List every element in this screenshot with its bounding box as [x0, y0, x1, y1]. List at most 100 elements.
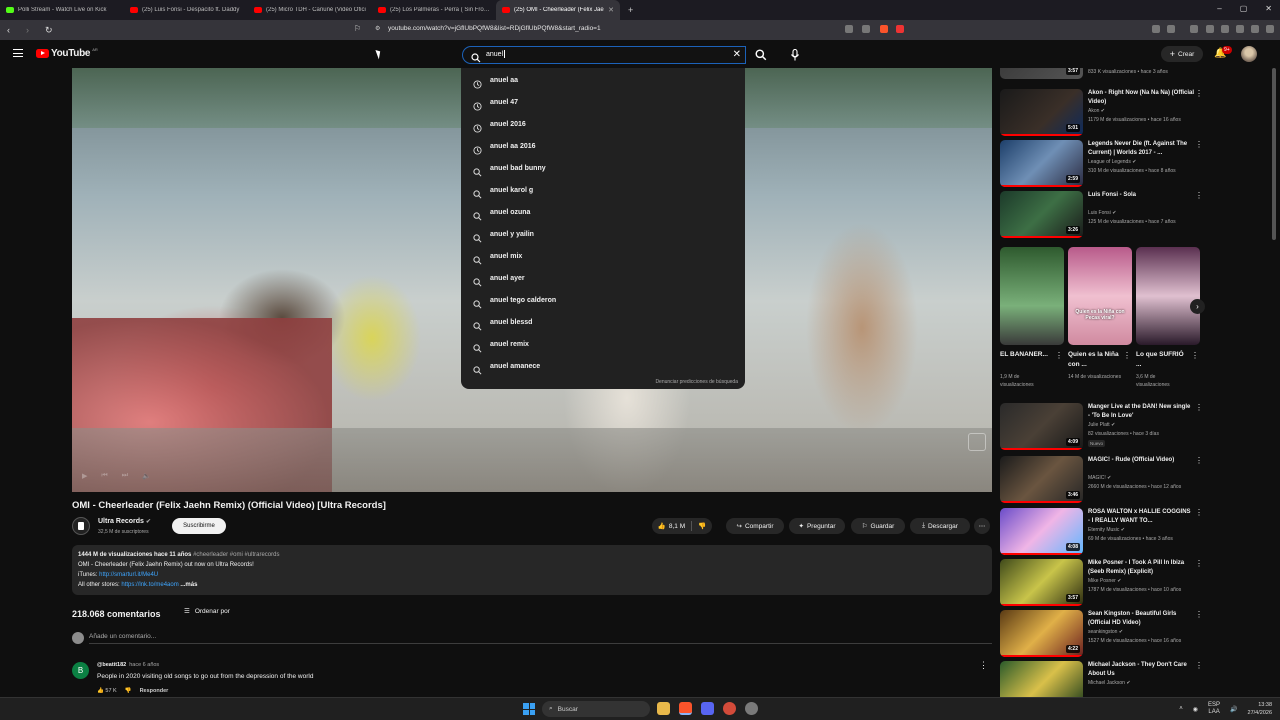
wifi-icon[interactable]: ◉: [1193, 706, 1198, 713]
site-info-icon[interactable]: ⚙: [375, 25, 380, 32]
next-icon[interactable]: ⏭: [122, 472, 128, 480]
suggestion-item[interactable]: anuel blessd: [461, 312, 745, 334]
account-avatar[interactable]: [1241, 46, 1257, 62]
more-options-icon[interactable]: ⋮: [1191, 351, 1199, 360]
browser-menu-icon[interactable]: [1266, 25, 1274, 33]
short-title[interactable]: Quien es la Niña con ...: [1068, 350, 1122, 370]
windows-start-icon[interactable]: [523, 703, 535, 715]
more-options-icon[interactable]: ⋮: [1123, 351, 1131, 360]
scrollbar[interactable]: [1272, 68, 1276, 240]
more-options-icon[interactable]: ⋮: [1195, 610, 1203, 619]
extension-icon[interactable]: [1167, 25, 1175, 33]
cast-icon[interactable]: [968, 433, 986, 451]
language-indicator[interactable]: ESP LAA: [1208, 702, 1220, 716]
download-button[interactable]: ⤓ Descargar: [910, 518, 970, 534]
suggestion-item[interactable]: anuel karol g: [461, 180, 745, 202]
dislike-button[interactable]: 👎: [698, 522, 706, 530]
volume-icon[interactable]: 🔈: [142, 472, 151, 480]
discord-icon[interactable]: [701, 702, 714, 715]
report-predictions-link[interactable]: Denunciar predicciones de búsqueda: [655, 379, 738, 385]
more-options-icon[interactable]: ⋮: [1195, 140, 1203, 149]
browser-tab-despacito[interactable]: (25) Luis Fonsi - Despacito ft. Daddy: [124, 0, 248, 20]
close-window-icon[interactable]: ✕: [1265, 4, 1272, 13]
short-thumbnail[interactable]: [1136, 247, 1200, 345]
system-clock[interactable]: 13:38 27/4/2026: [1248, 701, 1272, 717]
wallet-icon[interactable]: [1221, 25, 1229, 33]
shorts-next-arrow-icon[interactable]: ›: [1190, 299, 1205, 314]
more-options-icon[interactable]: ⋮: [1195, 508, 1203, 517]
back-icon[interactable]: ‹: [7, 25, 19, 35]
extension-icon[interactable]: [1190, 25, 1198, 33]
url-field[interactable]: youtube.com/watch?v=jGflUbPQfW8&list=RDj…: [388, 25, 601, 32]
itunes-link[interactable]: http://smarturl.it/Me4U: [99, 572, 158, 578]
more-options-icon[interactable]: ⋮: [1055, 351, 1063, 360]
suggestion-item[interactable]: anuel 47: [461, 92, 745, 114]
reply-button[interactable]: Responder: [140, 688, 169, 694]
bookmark-icon[interactable]: ⚐: [354, 24, 361, 33]
new-tab-button[interactable]: +: [620, 5, 633, 15]
brave-shields-icon[interactable]: [880, 25, 888, 33]
brave-browser-icon[interactable]: [679, 702, 692, 715]
recommended-video[interactable]: 4:08 ROSA WALTON x HALLIE COGGINS - I REA…: [1000, 508, 1210, 555]
extension-icon[interactable]: [1236, 25, 1244, 33]
minimize-icon[interactable]: –: [1217, 4, 1221, 13]
short-title[interactable]: EL BANANER...: [1000, 350, 1054, 360]
comment-like-button[interactable]: 👍 57 K: [97, 688, 117, 694]
short-thumbnail[interactable]: Quien es la Niña con Pecas viral?: [1068, 247, 1132, 345]
browser-tab-micro-tdh[interactable]: (25) Micro TDH - Cañuné (Video Ofici: [248, 0, 372, 20]
more-options-icon[interactable]: ⋮: [1195, 403, 1203, 412]
create-button[interactable]: + Crear: [1161, 46, 1203, 62]
short-thumbnail[interactable]: [1000, 247, 1064, 345]
like-button[interactable]: 👍 8,1 M: [658, 522, 685, 531]
recommended-video[interactable]: 3:26 Luis Fonsi - Sola Luis Fonsi ✔ 125 M d…: [1000, 191, 1210, 238]
recommended-video[interactable]: 4:22 Sean Kingston - Beautiful Girls (Off…: [1000, 610, 1210, 657]
close-tab-icon[interactable]: ✕: [608, 6, 614, 14]
sort-comments-button[interactable]: ☰ Ordenar por: [184, 607, 230, 616]
forward-icon[interactable]: ›: [26, 25, 38, 35]
volume-tray-icon[interactable]: 🔊: [1230, 706, 1237, 713]
more-options-icon[interactable]: ⋮: [1195, 559, 1203, 568]
recommended-video[interactable]: 3:46 MAGIC! - Rude (Official Video) MAGIC!…: [1000, 456, 1210, 503]
search-button[interactable]: [746, 46, 776, 64]
browser-tab-kick[interactable]: Polli Stream - Watch Live on Kick: [0, 0, 124, 20]
maximize-icon[interactable]: ▢: [1240, 4, 1248, 13]
install-app-icon[interactable]: [845, 25, 853, 33]
description-box[interactable]: 1444 M de visualizaciones hace 11 años #…: [72, 545, 992, 595]
recommended-video[interactable]: 2:59 Legends Never Die (ft. Against The C…: [1000, 140, 1210, 187]
channel-avatar[interactable]: [72, 517, 90, 535]
ask-button[interactable]: ✦ Preguntar: [789, 518, 845, 534]
suggestion-item[interactable]: anuel amanece: [461, 356, 745, 378]
more-options-icon[interactable]: ⋮: [1195, 661, 1203, 670]
recommended-video-partial[interactable]: 3:57 833 K visualizaciones • hace 3 años: [1000, 68, 1210, 80]
suggestion-item[interactable]: anuel tego calderon: [461, 290, 745, 312]
add-comment-input[interactable]: Añade un comentario...: [89, 633, 992, 644]
save-button[interactable]: ⚐ Guardar: [851, 518, 905, 534]
short-title[interactable]: Lo que SUFRIÓ ...: [1136, 350, 1190, 370]
share-icon[interactable]: [862, 25, 870, 33]
suggestion-item[interactable]: anuel mix: [461, 246, 745, 268]
more-options-icon[interactable]: ⋮: [1195, 191, 1203, 200]
comment-menu-icon[interactable]: ⋮: [979, 660, 988, 671]
file-explorer-icon[interactable]: [657, 702, 670, 715]
more-options-icon[interactable]: ⋮: [1195, 89, 1203, 98]
recommended-video[interactable]: 3:57 Mike Posner - I Took A Pill In Ibiza…: [1000, 559, 1210, 606]
browser-tab-palmeras[interactable]: (25) Los Palmeras - Perra ( Sin Fronte: [372, 0, 496, 20]
other-stores-link[interactable]: https://lnk.to/me4aom: [121, 582, 178, 588]
taskbar-search[interactable]: ⌕ Buscar: [542, 701, 650, 717]
suggestion-item[interactable]: anuel aa: [461, 70, 745, 92]
voice-search-button[interactable]: [785, 45, 805, 65]
suggestion-item[interactable]: anuel ayer: [461, 268, 745, 290]
sidebar-icon[interactable]: [1206, 25, 1214, 33]
suggestion-item[interactable]: anuel aa 2016: [461, 136, 745, 158]
comment-dislike-icon[interactable]: 👎: [125, 688, 132, 694]
show-more-link[interactable]: ...más: [180, 582, 197, 588]
suggestion-item[interactable]: anuel ozuna: [461, 202, 745, 224]
suggestion-item[interactable]: anuel bad bunny: [461, 158, 745, 180]
rewards-icon[interactable]: [896, 25, 904, 33]
share-button[interactable]: ↪ Compartir: [726, 518, 784, 534]
suggestion-item[interactable]: anuel 2016: [461, 114, 745, 136]
youtube-logo[interactable]: YouTube AR: [36, 47, 98, 59]
commenter-avatar[interactable]: B: [72, 662, 89, 679]
previous-icon[interactable]: ⏮: [101, 472, 107, 480]
hamburger-menu-icon[interactable]: [13, 49, 23, 57]
